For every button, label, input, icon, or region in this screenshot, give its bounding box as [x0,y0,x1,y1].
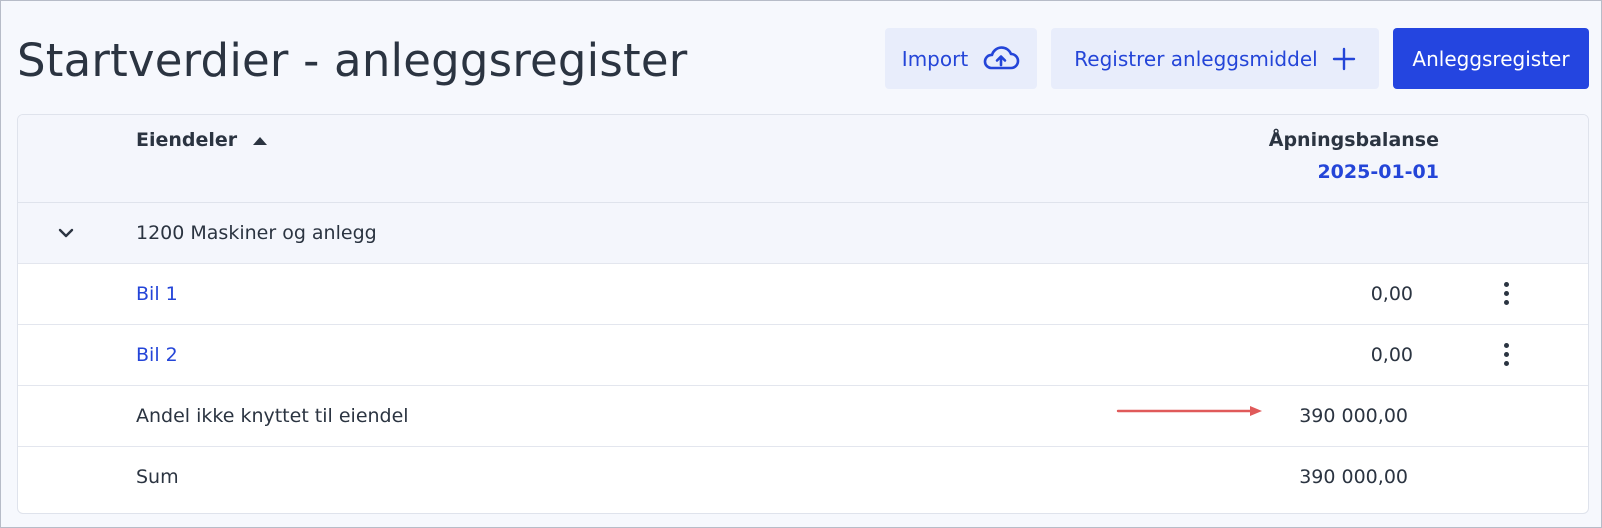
sum-row: Sum 390 000,00 [18,447,1588,508]
plus-icon [1332,47,1356,71]
amount-value: 0,00 [1370,283,1413,305]
column-header-opening-balance: Åpningsbalanse [1268,129,1439,151]
asset-register-button[interactable]: Anleggsregister [1393,28,1589,89]
table-row: Bil 2 0,00 [18,325,1588,386]
sort-ascending-icon [253,137,268,145]
chevron-down-icon[interactable] [56,223,76,247]
kebab-menu-icon[interactable] [1500,343,1512,369]
import-button[interactable]: Import [885,28,1037,89]
asset-link[interactable]: Bil 2 [136,325,178,386]
table-row: Bil 1 0,00 [18,264,1588,325]
column-header-assets[interactable]: Eiendeler [136,129,268,151]
table-header: Eiendeler Åpningsbalanse 2025-01-01 [18,115,1588,203]
page-title: Startverdier - anleggsregister [17,34,688,87]
sum-label: Sum [136,466,179,488]
asset-link[interactable]: Bil 1 [136,264,178,325]
amount-value: 0,00 [1370,344,1413,366]
red-arrow-annotation [1116,402,1266,421]
amount-value: 390 000,00 [1299,405,1408,427]
app-frame: Startverdier - anleggsregister Import Re… [0,0,1602,528]
cloud-upload-icon [982,45,1020,72]
sum-amount: 390 000,00 [1299,466,1408,488]
group-label: 1200 Maskiner og anlegg [136,222,377,244]
column-header-balance-date: 2025-01-01 [1317,161,1439,183]
asset-table: Eiendeler Åpningsbalanse 2025-01-01 1200… [17,114,1589,514]
register-asset-button-label: Registrer anleggsmiddel [1074,46,1318,71]
column-header-assets-label: Eiendeler [136,129,238,151]
import-button-label: Import [901,46,969,71]
kebab-menu-icon[interactable] [1500,282,1512,308]
register-asset-button[interactable]: Registrer anleggsmiddel [1051,28,1379,89]
group-row[interactable]: 1200 Maskiner og anlegg [18,203,1588,264]
unallocated-label: Andel ikke knyttet til eiendel [136,405,409,427]
table-row: Andel ikke knyttet til eiendel 390 000,0… [18,386,1588,447]
